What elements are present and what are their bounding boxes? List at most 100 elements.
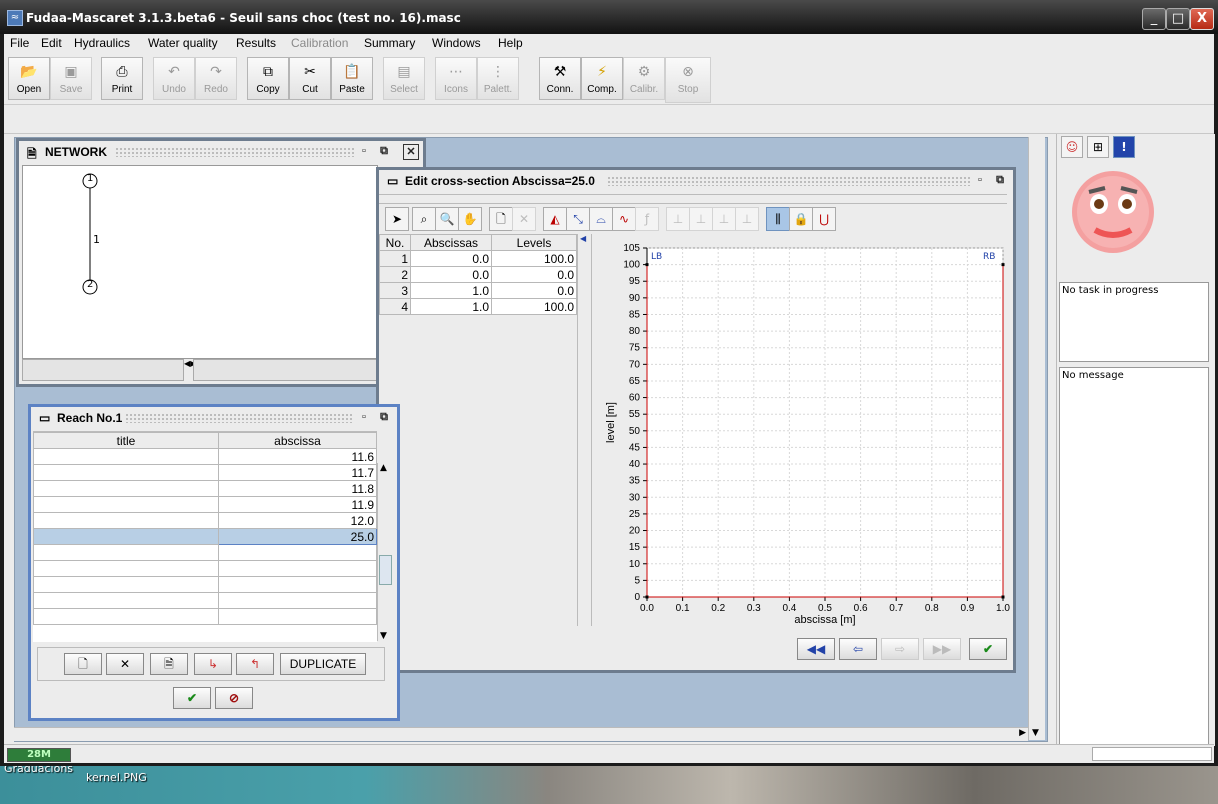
cell-title[interactable] <box>33 496 219 513</box>
cross-section-chart[interactable]: 0.0 0.1 0.2 0.3 0.4 0.5 0.6 0.7 0.8 0.9 1.0 0 5 10 15 2… <box>592 234 1010 626</box>
close-button[interactable]: X <box>1190 8 1214 30</box>
cancel-button[interactable]: ⊘ <box>215 687 253 709</box>
iconify-icon[interactable]: ▫ <box>973 173 987 187</box>
menu-water-quality[interactable]: Water quality <box>148 36 218 50</box>
delete-section-button[interactable]: ✕ <box>106 653 144 675</box>
table-row[interactable]: 1 0.0 100.0 <box>379 250 577 267</box>
reach-title-bar[interactable]: ▭ Reach No.1 ▫ ⧉ <box>31 407 397 429</box>
edit-xd-icon[interactable]: ⤡ <box>566 207 590 231</box>
cell-empty[interactable] <box>218 544 377 561</box>
select-button[interactable]: ▤ Select <box>383 57 425 100</box>
cell-abscissa[interactable]: 0.0 <box>410 250 492 267</box>
maximize-icon[interactable]: ⧉ <box>993 173 1007 187</box>
icons-button[interactable]: ⋯ Icons <box>435 57 477 100</box>
menu-edit[interactable]: Edit <box>41 36 62 50</box>
network-title-bar[interactable]: 🗎 NETWORK ▫ ⧉ ✕ <box>19 141 423 163</box>
cell-abscissa[interactable]: 1.0 <box>410 298 492 315</box>
profile-point[interactable] <box>645 595 649 599</box>
import-section-button[interactable]: ↳ <box>194 653 232 675</box>
connect-button[interactable]: ⚒ Conn. <box>539 57 581 100</box>
cell-abscissa[interactable]: 11.9 <box>218 496 377 513</box>
validate-button[interactable]: ✔ <box>173 687 211 709</box>
column-header[interactable]: title <box>33 432 219 449</box>
cell-abscissa[interactable]: 1.0 <box>410 282 492 299</box>
column-header[interactable]: abscissa <box>218 432 377 449</box>
cross-section-title-bar[interactable]: ▭ Edit cross-section Abscissa=25.0 ▫ ⧉ <box>379 170 1013 192</box>
cell-empty[interactable] <box>33 592 219 609</box>
calibrate-button[interactable]: ⚙ Calibr. <box>623 57 665 100</box>
splitter-arrows-icon[interactable]: ◀▶ <box>184 359 196 379</box>
zoom-rect-icon[interactable]: ⌕ <box>412 207 436 231</box>
zoom-icon[interactable]: 🔍 <box>435 207 459 231</box>
table-row[interactable]: 11.6 <box>33 448 377 465</box>
menu-file[interactable]: File <box>10 36 29 50</box>
reach-table-viewport[interactable]: title abscissa 11.6 11.7 11.8 11.9 12.0 … <box>33 431 377 642</box>
new-section-button[interactable]: 🗋 <box>64 653 102 675</box>
save-button[interactable]: ▣ Save <box>50 57 92 100</box>
assistant-face-icon[interactable]: ☺ <box>1061 136 1083 158</box>
pan-hand-icon[interactable]: ✋ <box>458 207 482 231</box>
cell-title[interactable] <box>33 512 219 529</box>
lock-icon[interactable]: 🔒 <box>789 207 813 231</box>
rg-icon[interactable]: ⊥ <box>689 207 713 231</box>
column-header[interactable]: Levels <box>491 234 577 251</box>
settings-slider-icon[interactable]: ⊞ <box>1087 136 1109 158</box>
maximize-icon[interactable]: ⧉ <box>377 410 391 424</box>
edit-section-button[interactable]: 🗎 <box>150 653 188 675</box>
table-row[interactable]: 11.9 <box>33 496 377 513</box>
scroll-thumb[interactable] <box>379 555 392 585</box>
table-row[interactable]: 2 0.0 0.0 <box>379 266 577 283</box>
first-section-button[interactable]: ◀◀ <box>797 638 835 660</box>
table-row[interactable]: 4 1.0 100.0 <box>379 298 577 315</box>
column-header[interactable]: No. <box>379 234 411 251</box>
cell-empty[interactable] <box>33 560 219 577</box>
vertical-scrollbar[interactable]: ▼ <box>1028 137 1045 740</box>
maximize-icon[interactable]: ⧉ <box>377 144 391 158</box>
menu-results[interactable]: Results <box>236 36 276 50</box>
cell-level[interactable]: 100.0 <box>491 298 577 315</box>
paste-button[interactable]: 📋 Paste <box>331 57 373 100</box>
cell-abscissa[interactable]: 0.0 <box>410 266 492 283</box>
horizontal-scrollbar[interactable]: ▶ <box>14 727 1028 741</box>
cell-empty[interactable] <box>33 608 219 625</box>
cell-level[interactable]: 100.0 <box>491 250 577 267</box>
info-icon[interactable]: ! <box>1113 136 1135 158</box>
maximize-button[interactable]: □ <box>1166 8 1190 30</box>
cell-abscissa[interactable]: 11.6 <box>218 448 377 465</box>
export-section-button[interactable]: ↰ <box>236 653 274 675</box>
duplicate-button[interactable]: DUPLICATE <box>280 653 366 675</box>
desktop-icon-label[interactable]: kernel.PNG <box>86 771 147 784</box>
close-icon[interactable]: ✕ <box>403 144 419 160</box>
table-row[interactable]: 12.0 <box>33 512 377 529</box>
minimize-button[interactable]: _ <box>1142 8 1166 30</box>
symmetry-icon[interactable]: ◭ <box>543 207 567 231</box>
column-header[interactable]: Abscissas <box>410 234 492 251</box>
reach-table-scrollbar[interactable]: ▲ ▼ <box>377 463 392 641</box>
cell-empty[interactable] <box>218 592 377 609</box>
select-tool-icon[interactable]: ➤ <box>385 207 409 231</box>
cell-abscissa[interactable]: 11.8 <box>218 480 377 497</box>
new-point-icon[interactable]: 🗋 <box>489 207 513 231</box>
section-view-icon[interactable]: ⋃ <box>812 207 836 231</box>
table-row[interactable] <box>33 608 377 625</box>
network-window[interactable]: 🗎 NETWORK ▫ ⧉ ✕ 1 2 1 ◀▶ <box>16 138 426 387</box>
table-row-selected[interactable]: 25.0 <box>33 528 377 545</box>
cut-button[interactable]: ✂ Cut <box>289 57 331 100</box>
reach-window[interactable]: ▭ Reach No.1 ▫ ⧉ title abscissa 11.6 11.… <box>28 404 400 721</box>
previous-section-button[interactable]: ⇦ <box>839 638 877 660</box>
table-row[interactable] <box>33 560 377 577</box>
iconify-icon[interactable]: ▫ <box>357 144 371 158</box>
cell-empty[interactable] <box>218 576 377 593</box>
iconify-icon[interactable]: ▫ <box>357 410 371 424</box>
cell-empty[interactable] <box>218 608 377 625</box>
cell-level[interactable]: 0.0 <box>491 282 577 299</box>
redo-button[interactable]: ↷ Redo <box>195 57 237 100</box>
reach-table[interactable]: title abscissa 11.6 11.7 11.8 11.9 12.0 … <box>33 432 377 625</box>
last-section-button[interactable]: ▶▶ <box>923 638 961 660</box>
cell-empty[interactable] <box>33 544 219 561</box>
table-row[interactable] <box>33 544 377 561</box>
rd-icon[interactable]: ⊥ <box>712 207 736 231</box>
cross-section-window[interactable]: ▭ Edit cross-section Abscissa=25.0 ▫ ⧉ ➤… <box>376 167 1016 673</box>
cell-empty[interactable] <box>218 560 377 577</box>
table-row[interactable]: 3 1.0 0.0 <box>379 282 577 299</box>
